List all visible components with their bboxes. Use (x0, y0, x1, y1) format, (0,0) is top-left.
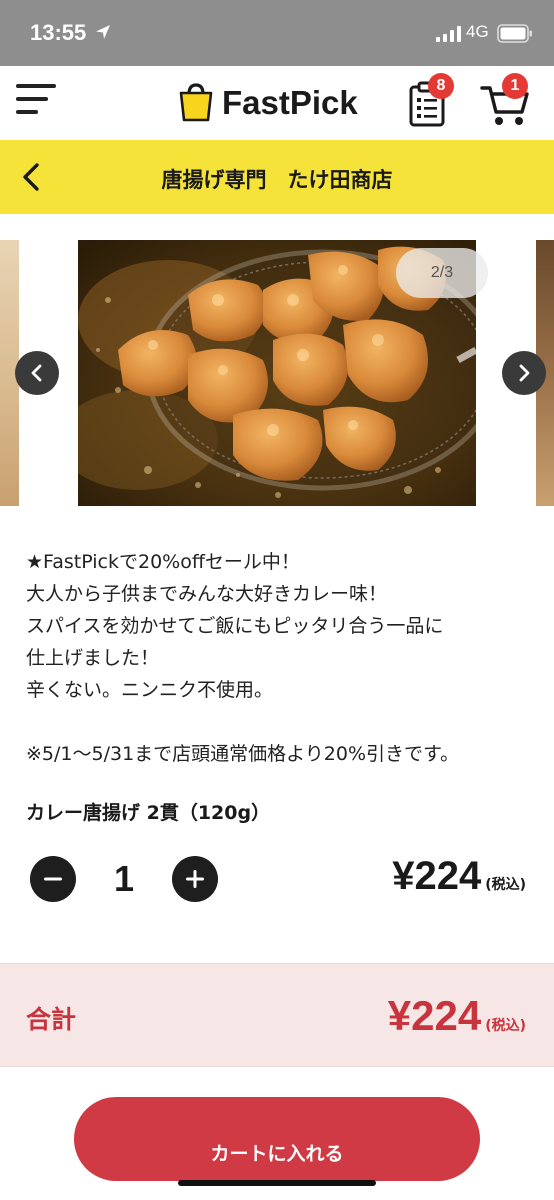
status-time: 13:55 (30, 20, 87, 45)
tax-note: (税込) (485, 877, 526, 893)
shopping-bag-icon (179, 83, 213, 122)
price-value: ¥224 (392, 854, 482, 898)
app-header: FastPick (0, 66, 554, 140)
menu-line (16, 110, 38, 114)
previous-image-button[interactable] (15, 351, 59, 395)
network-label: 4G (466, 22, 489, 41)
quantity-decrease-button[interactable] (30, 856, 76, 902)
total-price: ¥224 (税込) (388, 992, 526, 1040)
chevron-left-icon (31, 364, 42, 382)
battery-icon (497, 24, 532, 43)
total-tax-note: (税込) (485, 1018, 526, 1034)
location-arrow-icon (96, 25, 110, 39)
chevron-right-icon (519, 364, 530, 382)
status-bar: 13:55 4G (0, 0, 554, 66)
image-counter: 2/3 (396, 248, 488, 298)
description-line: ※5/1〜5/31まで店頭通常価格より20%引きです。 (26, 743, 460, 765)
image-carousel[interactable]: 2/3 (0, 214, 554, 524)
variant-name: カレー唐揚げ 2貫（120g） (26, 802, 271, 824)
home-indicator (178, 1180, 376, 1186)
total-label: 合計 (26, 1005, 77, 1034)
signal-icon (436, 26, 461, 42)
menu-line (16, 97, 48, 101)
description-line: スパイスを効かせてご飯にもピッタリ合う一品に (26, 615, 444, 637)
total-price-value: ¥224 (387, 992, 482, 1039)
quantity-increase-button[interactable] (172, 856, 218, 902)
description-line: 辛くない。ニンニク不使用。 (26, 679, 274, 701)
logo-text: FastPick (222, 84, 358, 121)
description-line (26, 706, 536, 738)
menu-button[interactable] (16, 84, 58, 120)
next-image-button[interactable] (502, 351, 546, 395)
quantity-value: 1 (113, 858, 135, 899)
total-bar: 合計 ¥224 (税込) (0, 963, 554, 1067)
fastpick-logo[interactable]: FastPick (176, 82, 388, 124)
description-line: ★FastPickで20%offセール中！ (26, 551, 300, 573)
description-line: 仕上げました！ (26, 647, 160, 669)
minus-icon (44, 877, 62, 881)
product-description: ★FastPickで20%offセール中！ 大人から子供までみんな大好きカレー味… (26, 546, 536, 770)
menu-line (16, 84, 56, 88)
add-to-cart-button[interactable]: カートに入れる (74, 1097, 480, 1181)
order-list-badge: 8 (428, 73, 454, 99)
plus-icon (186, 870, 204, 888)
cart-badge: 1 (502, 73, 528, 99)
unit-price: ¥224 (税込) (392, 854, 526, 899)
shop-name: 唐揚げ専門 たけ田商店 (161, 168, 393, 192)
description-line: 大人から子供までみんな大好きカレー味！ (26, 583, 388, 605)
shop-bar: 唐揚げ専門 たけ田商店 (0, 140, 554, 214)
